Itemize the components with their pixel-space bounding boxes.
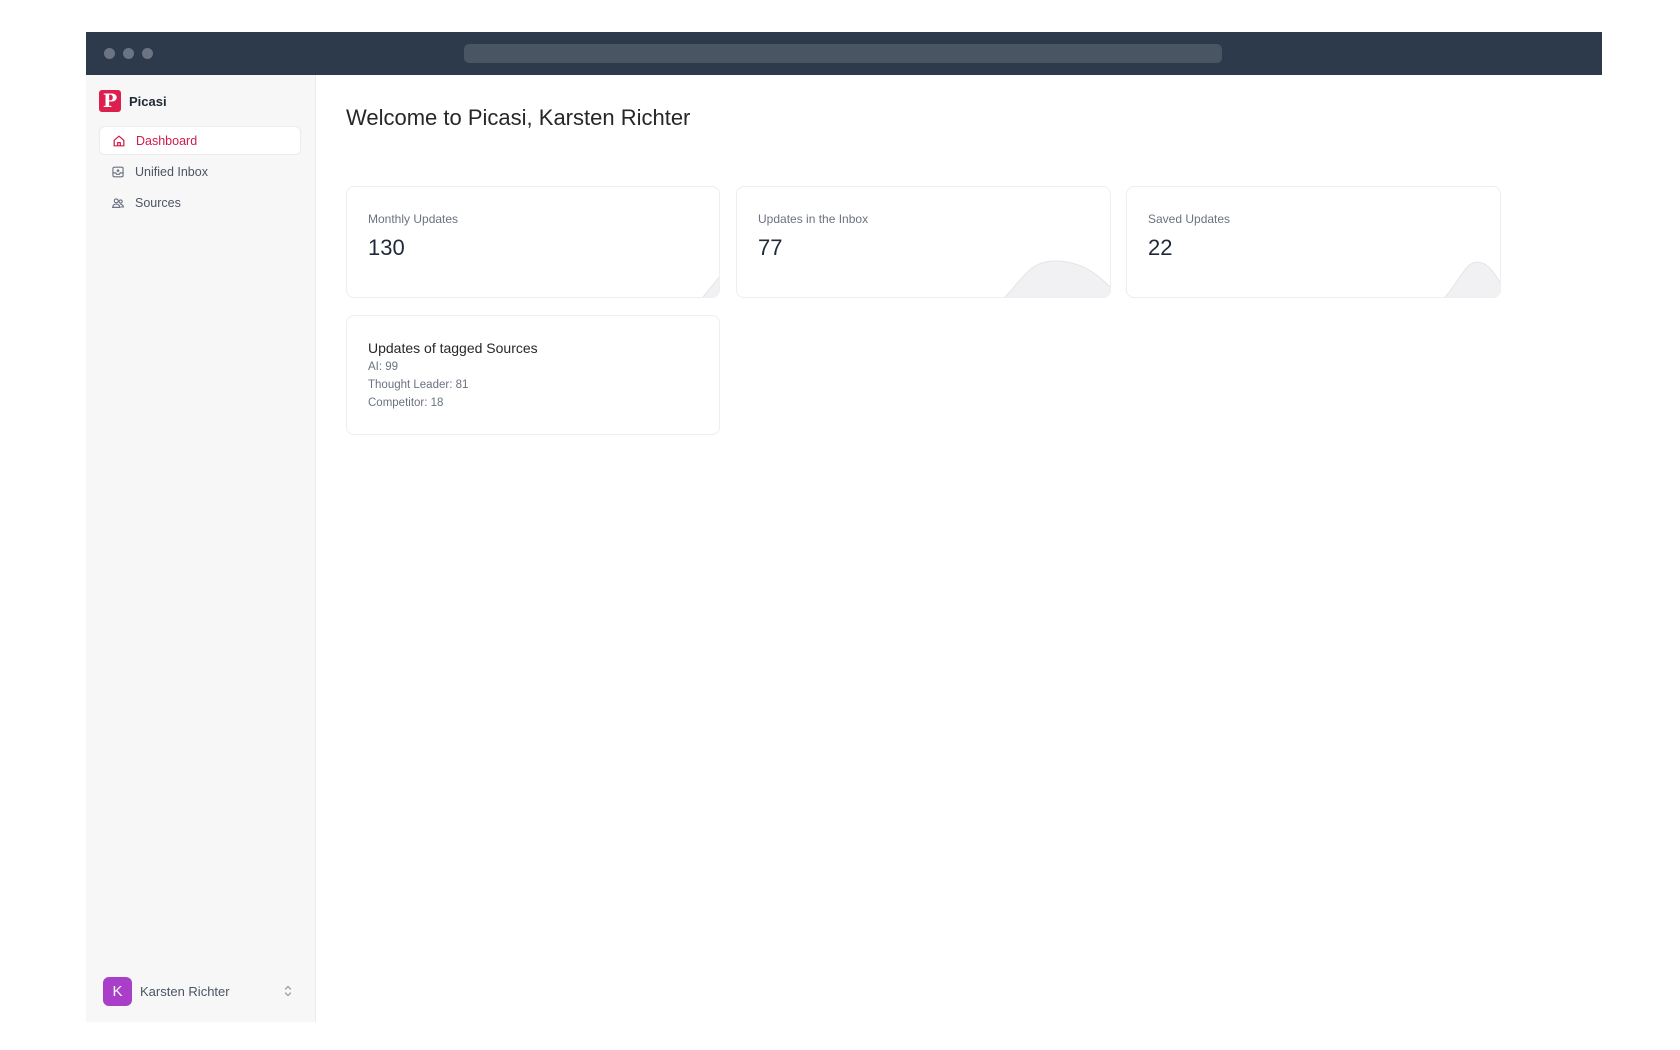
card-title: Updates of tagged Sources bbox=[368, 340, 538, 356]
users-icon bbox=[111, 196, 125, 210]
address-bar[interactable] bbox=[464, 44, 1222, 63]
sidebar-item-dashboard[interactable]: Dashboard bbox=[99, 126, 301, 155]
window-minimize-dot[interactable] bbox=[123, 48, 134, 59]
sparkline-chart bbox=[1004, 260, 1110, 297]
brand-name: Picasi bbox=[129, 93, 167, 109]
sidebar-item-sources[interactable]: Sources bbox=[99, 188, 301, 217]
stat-card-saved-updates: Saved Updates 22 bbox=[1126, 186, 1501, 298]
tag-count-thought-leader: Thought Leader: 81 bbox=[368, 379, 469, 391]
window-maximize-dot[interactable] bbox=[142, 48, 153, 59]
sparkline-chart bbox=[1444, 261, 1500, 297]
chevron-up-down-icon bbox=[284, 985, 292, 997]
tag-count-ai: AI: 99 bbox=[368, 361, 399, 373]
browser-titlebar bbox=[86, 32, 1602, 75]
sidebar-item-label: Unified Inbox bbox=[135, 164, 208, 179]
tagged-sources-card: Updates of tagged Sources AI: 99 Thought… bbox=[346, 315, 720, 435]
window-close-dot[interactable] bbox=[104, 48, 115, 59]
sparkline-chart bbox=[702, 276, 719, 297]
sidebar-item-label: Sources bbox=[135, 195, 181, 210]
tag-count-competitor: Competitor: 18 bbox=[368, 397, 444, 409]
home-icon bbox=[112, 134, 126, 148]
inbox-icon bbox=[111, 165, 125, 179]
page-title: Welcome to Picasi, Karsten Richter bbox=[346, 105, 691, 130]
browser-window: P Picasi Dashboard Unified Inbox Sources… bbox=[86, 32, 1602, 1022]
main-content: Welcome to Picasi, Karsten Richter Month… bbox=[316, 75, 1602, 1022]
sidebar-item-unified-inbox[interactable]: Unified Inbox bbox=[99, 157, 301, 186]
stat-card-inbox-updates: Updates in the Inbox 77 bbox=[736, 186, 1111, 298]
brand[interactable]: P Picasi bbox=[99, 89, 167, 113]
sidebar: P Picasi Dashboard Unified Inbox Sources… bbox=[86, 75, 316, 1022]
user-menu[interactable]: K Karsten Richter bbox=[103, 976, 299, 1006]
avatar: K bbox=[103, 976, 132, 1006]
user-name: Karsten Richter bbox=[140, 983, 230, 999]
sidebar-item-label: Dashboard bbox=[136, 133, 198, 148]
stat-card-monthly-updates: Monthly Updates 130 bbox=[346, 186, 720, 298]
sidebar-nav: Dashboard Unified Inbox Sources bbox=[99, 126, 301, 219]
picasi-logo-icon: P bbox=[99, 90, 121, 112]
